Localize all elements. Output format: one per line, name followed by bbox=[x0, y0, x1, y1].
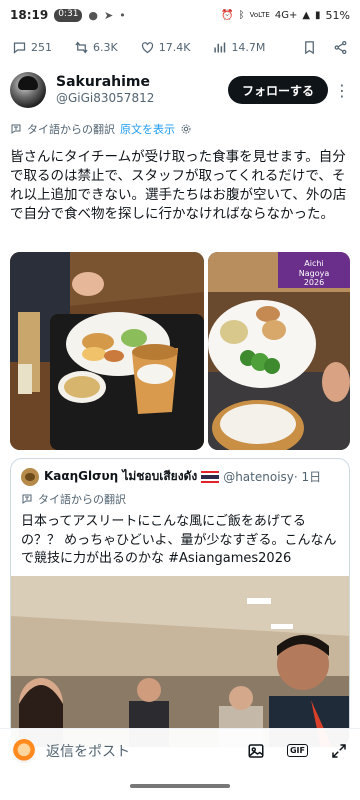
show-original-link[interactable]: 原文を表示 bbox=[120, 121, 175, 137]
engagement-bar: 251 6.3K 17.4K 14.7M bbox=[0, 30, 360, 64]
dining-hall-illustration bbox=[11, 576, 349, 747]
photo-food-tray-left[interactable] bbox=[10, 252, 204, 450]
quote-avatar[interactable] bbox=[21, 467, 39, 486]
photo-plate-right[interactable]: Aichi Nagoya 2026 bbox=[208, 252, 350, 450]
reply-count: 251 bbox=[31, 40, 52, 54]
battery-icon: ▮ bbox=[315, 9, 321, 21]
status-time: 18:19 bbox=[10, 8, 49, 22]
gesture-nav-area bbox=[0, 772, 360, 800]
banner-text: Aichi bbox=[304, 259, 323, 268]
quote-media-image[interactable] bbox=[11, 576, 349, 747]
settings-gear-icon[interactable] bbox=[180, 123, 192, 135]
author-handle[interactable]: @GiGi83057812 bbox=[56, 91, 154, 106]
quote-header: KaαηGlσυη ไม่ชอบเสียงดัง @hatenoisy · 1日 bbox=[21, 467, 321, 486]
dot-icon: • bbox=[119, 8, 126, 22]
quoted-tweet[interactable]: KaαηGlσυη ไม่ชอบเสียงดัง @hatenoisy · 1日… bbox=[10, 458, 350, 748]
alarm-icon: ⏰ bbox=[221, 9, 234, 21]
reply-action[interactable]: 251 bbox=[12, 40, 52, 55]
battery-level: 51% bbox=[325, 8, 350, 22]
quote-translation-row: タイ語からの翻訳 bbox=[21, 491, 126, 507]
views-action[interactable]: 14.7M bbox=[212, 40, 265, 55]
reply-input[interactable]: 返信をポスト bbox=[46, 741, 247, 761]
plate-illustration: Aichi Nagoya 2026 bbox=[208, 252, 350, 450]
notification-dot-icon: ● bbox=[88, 8, 99, 22]
volte-icon: VoLTE bbox=[249, 11, 270, 19]
image-icon[interactable] bbox=[247, 742, 265, 760]
more-options-icon[interactable]: ⋮ bbox=[334, 81, 350, 100]
translate-icon bbox=[22, 494, 32, 504]
gif-icon[interactable]: GIF bbox=[286, 744, 308, 757]
like-count: 17.4K bbox=[158, 40, 191, 54]
status-bar: 18:19 0:31 ● ➤ • ⏰ ᛒ VoLTE 4G+ ▲ ▮ 51% bbox=[0, 0, 360, 30]
view-count: 14.7M bbox=[231, 40, 266, 54]
author-avatar[interactable] bbox=[10, 72, 46, 108]
send-icon: ➤ bbox=[104, 8, 114, 22]
quote-time: · 1日 bbox=[293, 470, 322, 484]
author-row: Sakurahime @GiGi83057812 フォローする ⋮ bbox=[10, 68, 350, 112]
gesture-handle[interactable] bbox=[130, 784, 230, 788]
expand-icon[interactable] bbox=[330, 742, 348, 760]
reply-icon bbox=[13, 42, 26, 54]
reply-tools: GIF bbox=[247, 742, 348, 760]
translate-icon bbox=[11, 124, 21, 134]
repost-icon bbox=[75, 40, 88, 54]
views-chart-icon bbox=[214, 42, 226, 52]
translation-label: タイ語からの翻訳 bbox=[27, 123, 115, 136]
quote-handle[interactable]: @hatenoisy bbox=[223, 470, 294, 484]
translation-row: タイ語からの翻訳 原文を表示 bbox=[10, 121, 192, 137]
thailand-flag-icon bbox=[201, 470, 220, 483]
follow-button[interactable]: フォローする bbox=[227, 76, 328, 104]
quote-text: 日本ってアスリートにこんな風にご飯をあげてるの？？ めっちゃひどいよ、量が少なす… bbox=[21, 514, 337, 566]
share-icon[interactable] bbox=[333, 40, 348, 55]
food-tray-illustration bbox=[10, 252, 204, 450]
repost-action[interactable]: 6.3K bbox=[74, 40, 118, 55]
bookmark-icon[interactable] bbox=[302, 40, 317, 55]
repost-count: 6.3K bbox=[93, 40, 118, 54]
notification-icons: 0:31 ● ➤ • bbox=[54, 8, 126, 22]
network-type: 4G+ bbox=[274, 9, 298, 21]
like-action[interactable]: 17.4K bbox=[140, 40, 191, 55]
svg-text:Nagoya: Nagoya bbox=[299, 269, 330, 278]
quote-translation-label: タイ語からの翻訳 bbox=[38, 493, 126, 506]
heart-icon bbox=[141, 41, 153, 53]
bluetooth-icon: ᛒ bbox=[238, 9, 245, 21]
signal-icon: ▲ bbox=[302, 9, 311, 21]
quote-display-name[interactable]: KaαηGlσυη ไม่ชอบเสียงดัง bbox=[44, 467, 197, 486]
media-pill: 0:31 bbox=[54, 8, 83, 22]
svg-text:2026: 2026 bbox=[304, 278, 324, 287]
author-names[interactable]: Sakurahime @GiGi83057812 bbox=[56, 74, 154, 107]
reply-bar: 返信をポスト GIF bbox=[0, 728, 360, 772]
author-display-name[interactable]: Sakurahime bbox=[56, 74, 154, 92]
status-right: ⏰ ᛒ VoLTE 4G+ ▲ ▮ 51% bbox=[221, 9, 350, 22]
current-user-avatar bbox=[12, 738, 36, 763]
tweet-text: 皆さんにタイチームが受け取った食事を見せます。自分で取るのは禁止で、スタッフが取… bbox=[10, 149, 347, 222]
